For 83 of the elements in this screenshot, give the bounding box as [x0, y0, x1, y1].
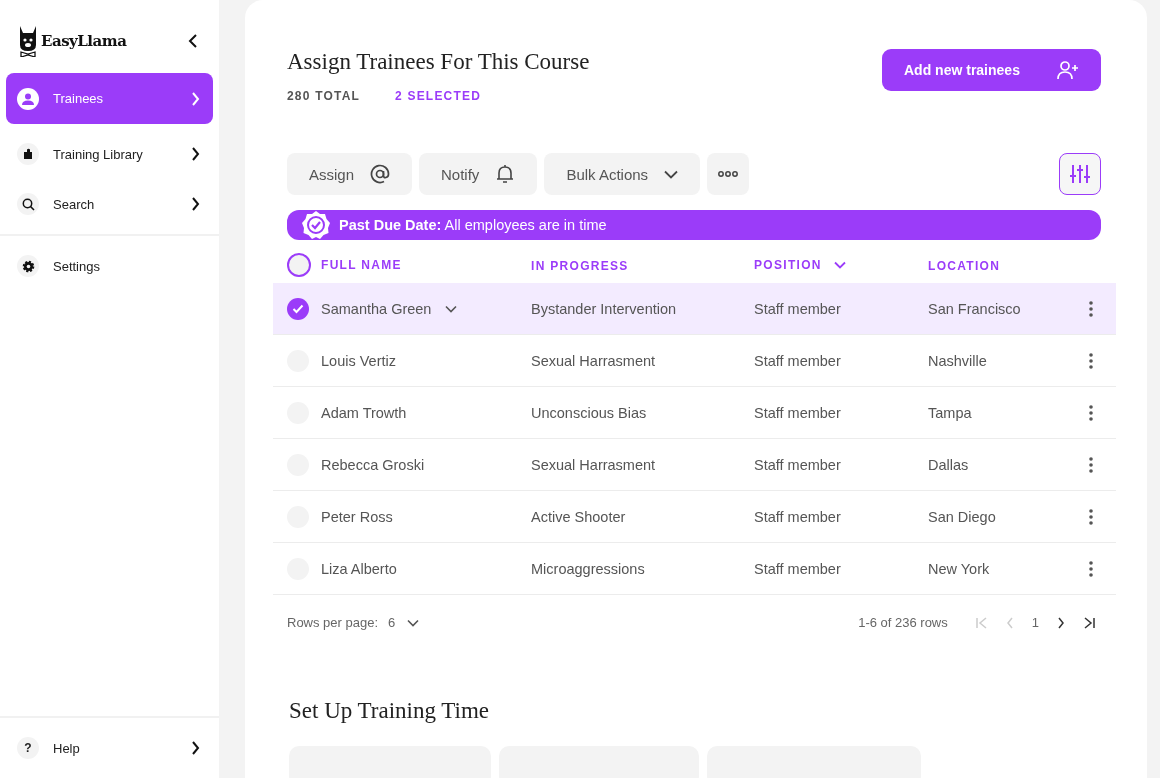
sort-chevron-icon[interactable] — [833, 260, 846, 269]
name-cell: Louis Vertiz — [321, 352, 396, 369]
table-row[interactable]: Peter Ross Active Shooter Staff member San Diego — [273, 490, 1116, 542]
chevron-right-icon — [191, 147, 200, 161]
table-row[interactable]: Liza Alberto Microaggressions Staff member New York — [273, 542, 1116, 595]
nav-item[interactable]: Search — [6, 184, 213, 224]
table-row[interactable]: Adam Trowth Unconscious Bias Staff member Tampa — [273, 386, 1116, 438]
location-cell: Dallas — [928, 456, 969, 473]
course-cell: Unconscious Bias — [531, 404, 647, 421]
next-page-icon[interactable] — [1057, 616, 1065, 629]
chevron-down-icon — [664, 169, 679, 179]
row-checkbox[interactable] — [287, 297, 309, 320]
logo-text: EasyLlama — [41, 32, 127, 50]
row-menu-icon[interactable] — [1089, 300, 1093, 317]
name-cell: Liza Alberto — [321, 560, 397, 577]
chevron-right-icon — [191, 197, 200, 211]
chevron-right-icon — [191, 741, 200, 755]
nav-item[interactable]: ? Help — [6, 728, 213, 768]
nav-item[interactable]: Trainees — [6, 73, 213, 124]
column-header[interactable]: FULL NAME — [321, 257, 402, 272]
course-cell: Sexual Harrasment — [531, 352, 656, 369]
table-row[interactable]: Louis Vertiz Sexual Harrasment Staff member Nashville — [273, 334, 1116, 386]
position-cell: Staff member — [754, 404, 841, 421]
add-user-icon — [1057, 60, 1079, 80]
chevron-down-icon — [407, 618, 420, 627]
position-cell: Staff member — [754, 352, 841, 369]
selected-count: 2 SELECTED — [395, 89, 482, 103]
chevron-down-icon[interactable] — [445, 304, 458, 313]
position-cell: Staff member — [754, 560, 841, 577]
toolbar-button[interactable]: Bulk Actions — [544, 153, 701, 195]
course-cell: Active Shooter — [531, 508, 626, 525]
column-header[interactable]: POSITION — [754, 257, 822, 272]
nav-item[interactable]: Training Library — [6, 134, 213, 174]
name-cell: Rebecca Groski — [321, 456, 425, 473]
section-title: Set Up Training Time — [289, 698, 491, 724]
row-menu-icon[interactable] — [1089, 508, 1093, 525]
add-trainees-button[interactable]: Add new trainees — [882, 49, 1101, 91]
location-cell: New York — [928, 560, 990, 577]
table-row[interactable]: Samantha Green Bystander Intervention Staff member San Francisco — [273, 283, 1116, 334]
person-icon — [21, 91, 35, 106]
sliders-icon — [1069, 164, 1091, 184]
filter-button[interactable] — [1059, 153, 1101, 195]
column-header[interactable]: IN PROGRESS — [531, 258, 629, 273]
select-all-checkbox[interactable] — [287, 252, 311, 277]
row-menu-icon[interactable] — [1089, 404, 1093, 421]
position-cell: Staff member — [754, 508, 841, 525]
name-cell: Peter Ross — [321, 508, 393, 525]
total-count: 280 TOTAL — [287, 89, 361, 103]
bell-icon — [495, 164, 516, 184]
course-cell: Microaggressions — [531, 560, 645, 577]
nav-item[interactable]: Settings — [6, 246, 213, 286]
banner-text: Past Due Date: All employees are in time — [339, 217, 607, 233]
toolbar-button[interactable]: Notify — [419, 153, 538, 195]
settings-icon — [21, 259, 35, 273]
location-cell: San Diego — [928, 508, 996, 525]
course-cell: Bystander Intervention — [531, 300, 677, 317]
row-menu-icon[interactable] — [1089, 560, 1093, 577]
row-range: 1-6 of 236 rows — [858, 615, 948, 630]
row-menu-icon[interactable] — [1089, 456, 1093, 473]
last-page-icon[interactable] — [1083, 616, 1095, 629]
chevron-right-icon — [191, 91, 200, 106]
location-cell: San Francisco — [928, 300, 1021, 317]
position-cell: Staff member — [754, 300, 841, 317]
toolbar-button[interactable]: Assign — [287, 153, 413, 195]
collapse-chevron-icon[interactable] — [187, 34, 199, 48]
row-menu-icon[interactable] — [1089, 352, 1093, 369]
page-title: Assign Trainees For This Course — [287, 49, 590, 75]
table-row[interactable]: Rebecca Groski Sexual Harrasment Staff member Dallas — [273, 438, 1116, 490]
name-cell: Samantha Green — [321, 300, 432, 317]
position-cell: Staff member — [754, 456, 841, 473]
name-cell: Adam Trowth — [321, 404, 407, 421]
search-icon — [21, 197, 35, 211]
column-header[interactable]: LOCATION — [928, 258, 1001, 273]
location-cell: Tampa — [928, 404, 972, 421]
more-dots-icon — [718, 171, 739, 177]
course-cell: Sexual Harrasment — [531, 456, 656, 473]
at-sign-icon — [370, 164, 391, 184]
more-button[interactable] — [707, 153, 750, 195]
rows-per-page-label: Rows per page: — [287, 615, 379, 630]
checkmark-icon — [292, 303, 304, 314]
page-number[interactable]: 1 — [1031, 615, 1039, 630]
rows-per-page-select[interactable]: 6 — [388, 615, 420, 630]
location-cell: Nashville — [928, 352, 987, 369]
